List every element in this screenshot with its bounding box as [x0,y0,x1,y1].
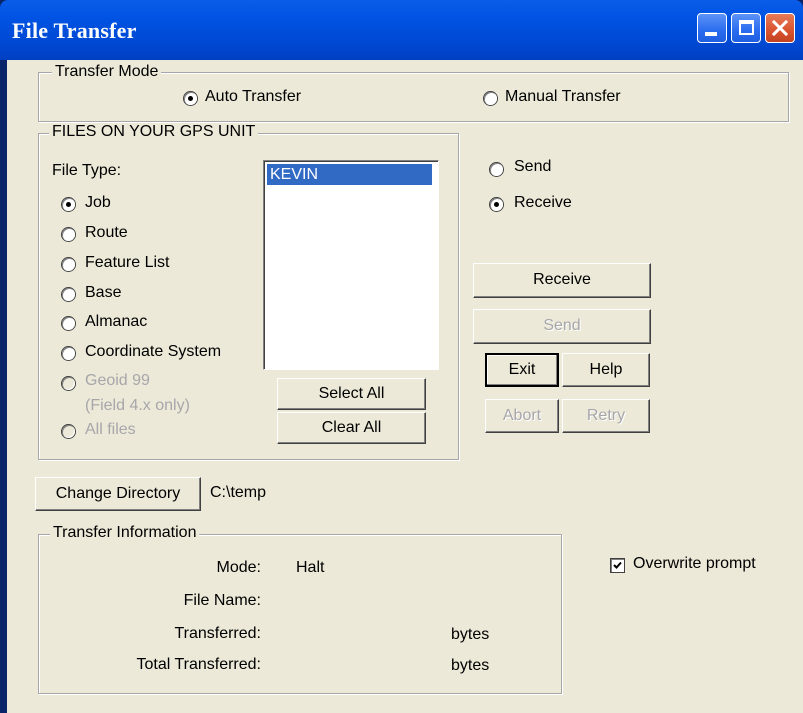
retry-button: Retry [562,399,650,433]
total-transferred-unit: bytes [451,657,490,674]
abort-button: Abort [485,399,559,433]
send-radio[interactable] [490,163,503,176]
manual-transfer-radio[interactable] [484,92,497,105]
file-type-geoid-label: Geoid 99 [85,372,150,389]
transferred-label: Transferred: [174,625,261,642]
send-radio-label[interactable]: Send [514,158,551,176]
file-type-label: File Type: [52,162,122,179]
send-button: Send [473,309,651,344]
transfer-info-legend: Transfer Information [50,524,200,542]
file-type-base-label[interactable]: Base [85,284,121,302]
file-type-coordinate-system-label[interactable]: Coordinate System [85,343,221,361]
overwrite-prompt-label[interactable]: Overwrite prompt [633,555,756,573]
directory-path: C:\temp [210,484,267,501]
receive-radio-label[interactable]: Receive [514,194,572,212]
list-item[interactable]: KEVIN [267,164,432,185]
manual-transfer-label[interactable]: Manual Transfer [505,88,621,106]
gps-files-legend: FILES ON YOUR GPS UNIT [49,123,259,141]
file-type-coordinate-system-radio[interactable] [62,347,75,360]
gps-file-list[interactable]: KEVIN [263,160,439,370]
transfer-mode-legend: Transfer Mode [52,63,162,81]
receive-radio[interactable] [490,198,503,211]
auto-transfer-radio[interactable] [184,92,197,105]
close-icon [771,19,789,37]
help-button[interactable]: Help [562,353,650,387]
file-type-feature-list-label[interactable]: Feature List [85,254,169,272]
file-type-almanac-label[interactable]: Almanac [85,313,147,331]
maximize-button[interactable] [731,13,761,43]
file-type-base-radio[interactable] [62,288,75,301]
checkmark-icon [613,561,622,569]
file-type-job-label[interactable]: Job [85,194,111,212]
mode-label: Mode: [216,559,261,576]
auto-transfer-label[interactable]: Auto Transfer [205,88,301,106]
overwrite-prompt-checkbox[interactable] [611,559,624,572]
file-type-route-radio[interactable] [62,228,75,241]
close-button[interactable] [765,13,795,43]
total-transferred-label: Total Transferred: [136,656,262,673]
minimize-icon [705,32,717,36]
file-type-geoid-sublabel: (Field 4.x only) [85,397,190,414]
minimize-button[interactable] [697,13,727,43]
window-title: File Transfer [12,18,137,43]
file-type-all-files-radio [62,425,75,438]
file-type-job-radio[interactable] [62,198,75,211]
file-type-all-files-label: All files [85,421,136,438]
file-name-label: File Name: [183,592,261,609]
clear-all-button[interactable]: Clear All [277,412,426,444]
receive-button[interactable]: Receive [473,263,651,298]
file-type-almanac-radio[interactable] [62,317,75,330]
dialog-client-area: Transfer Mode Auto Transfer Manual Trans… [7,60,803,713]
select-all-button[interactable]: Select All [277,378,426,410]
file-type-route-label[interactable]: Route [85,224,128,242]
maximize-icon [739,20,754,35]
file-transfer-window: File Transfer Transfer Mode Auto Transfe… [0,0,803,713]
title-bar[interactable]: File Transfer [0,0,803,60]
transferred-unit: bytes [451,626,490,643]
change-directory-button[interactable]: Change Directory [35,477,201,511]
exit-button[interactable]: Exit [485,353,559,387]
file-type-geoid-radio [62,377,75,390]
file-type-feature-list-radio[interactable] [62,258,75,271]
mode-value: Halt [296,559,325,576]
